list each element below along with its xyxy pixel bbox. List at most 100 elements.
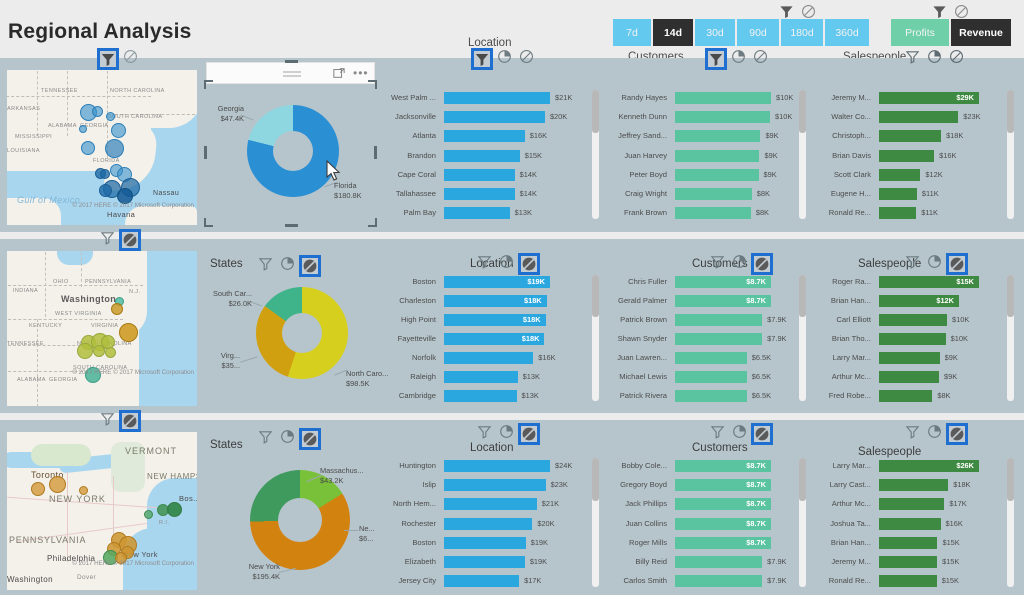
bar[interactable] [879,498,945,511]
bar[interactable] [879,517,941,530]
bar[interactable] [675,314,763,327]
bar[interactable] [675,556,763,569]
no-interaction-icon[interactable] [123,49,138,69]
filter-icon[interactable] [708,51,724,67]
pie-icon[interactable] [497,49,512,69]
bars-location-northeast[interactable]: Huntington $24K Islip $23K North Hem... $21K R… [388,456,603,591]
bar[interactable] [879,389,933,402]
bars-salespeople-northeast[interactable]: Larry Mar... $26K Larry Cast... $18K Arthur … [825,456,1018,591]
bar[interactable] [444,168,515,181]
bar[interactable] [675,188,752,201]
bar[interactable] [879,370,939,383]
donut-states-northeast[interactable]: Massachus... $43.2K Ne... $6... New York… [204,448,380,590]
filter-icon[interactable] [100,411,115,431]
bars-location-southeast[interactable]: West Palm ... $21K Jacksonville $20K Atlanta… [388,88,603,223]
more-options-icon[interactable]: ••• [353,67,369,79]
scrollbar[interactable] [799,458,806,587]
bar[interactable] [879,188,917,201]
bar[interactable] [444,517,533,530]
scrollbar[interactable] [592,458,599,587]
bar[interactable] [675,207,751,220]
no-interaction-icon[interactable] [753,49,768,69]
bar[interactable] [444,556,525,569]
bars-location-midatlantic[interactable]: Boston $19K Charleston $18K High Point $18K Fa… [388,273,603,405]
no-interaction-icon[interactable] [521,426,537,442]
scrollbar-thumb[interactable] [1007,275,1014,317]
scrollbar-thumb[interactable] [592,275,599,317]
bar[interactable] [444,498,537,511]
scrollbar-thumb[interactable] [799,458,806,501]
period-option-360d[interactable]: 360d [825,19,869,46]
pie-icon[interactable] [499,424,514,444]
no-interaction-icon[interactable] [122,413,138,429]
filter-icon[interactable] [905,49,920,69]
bar[interactable] [444,149,520,162]
donut-chart[interactable] [256,287,348,379]
bar[interactable] [879,130,942,143]
bar[interactable] [879,333,946,345]
bar[interactable] [675,351,747,364]
scrollbar[interactable] [1007,275,1014,401]
bar[interactable] [444,389,517,402]
bar[interactable] [675,389,747,402]
donut-chart[interactable] [250,470,350,570]
bar[interactable] [444,536,526,549]
pie-icon[interactable] [927,49,942,69]
scrollbar[interactable] [1007,90,1014,219]
pie-icon[interactable] [732,424,747,444]
bar[interactable] [444,188,515,201]
bar[interactable] [675,575,763,588]
bar[interactable] [444,351,534,364]
bar[interactable] [879,351,940,364]
pie-icon[interactable] [927,254,942,274]
no-interaction-icon[interactable] [949,426,965,442]
no-interaction-icon[interactable] [949,256,965,272]
map-southeast[interactable]: TENNESSEE NORTH CAROLINA SOUTH CAROLINA … [7,70,197,225]
bar[interactable] [675,333,763,345]
donut-states-southeast[interactable]: ••• Georgia $47.4K Florida $180.8K [204,60,377,227]
scrollbar[interactable] [799,275,806,401]
period-option-90d[interactable]: 90d [737,19,781,46]
filter-icon[interactable] [477,424,492,444]
bar[interactable] [879,149,935,162]
bars-customers-midatlantic[interactable]: Chris Fuller $8.7K Gerald Palmer $8.7K Patri… [605,273,810,405]
scrollbar-thumb[interactable] [799,90,806,133]
metric-slicer[interactable]: Profits Revenue [891,19,1011,46]
pie-icon[interactable] [927,424,942,444]
scrollbar-thumb[interactable] [1007,90,1014,133]
filter-icon[interactable] [710,424,725,444]
donut-states-midatlantic[interactable]: South Car... $26.0K Virg... $35... North… [204,269,388,405]
filter-icon[interactable] [100,230,115,250]
bar[interactable] [879,575,937,588]
scrollbar[interactable] [592,90,599,219]
no-interaction-icon[interactable] [122,232,138,248]
filter-icon[interactable] [710,254,725,274]
metric-option-revenue[interactable]: Revenue [951,19,1011,46]
no-interaction-icon[interactable] [754,256,770,272]
no-interaction-icon[interactable] [949,49,964,69]
bar[interactable] [444,575,520,588]
pie-icon[interactable] [499,254,514,274]
scrollbar-thumb[interactable] [799,275,806,317]
bar[interactable] [879,314,947,327]
filter-icon[interactable] [477,254,492,274]
scrollbar-thumb[interactable] [592,90,599,133]
no-interaction-icon[interactable] [302,431,318,447]
filter-icon[interactable] [905,424,920,444]
bar[interactable] [675,91,771,104]
filter-icon[interactable] [474,51,490,67]
bar[interactable] [879,556,938,569]
period-slicer[interactable]: 7d 14d 30d 90d 180d 360d [613,19,869,46]
bar[interactable] [675,110,771,123]
scrollbar[interactable] [799,90,806,219]
period-option-14d[interactable]: 14d [653,19,695,46]
donut-chart[interactable] [247,105,339,197]
bar[interactable] [444,478,546,491]
scrollbar-thumb[interactable] [1007,458,1014,501]
period-option-30d[interactable]: 30d [695,19,737,46]
map-northeast[interactable]: Toronto VERMONT NEW HAMPSHIRE NEW YORK B… [7,432,197,590]
bars-salespeople-southeast[interactable]: Jeremy M... $29K Walter Co... $23K Christoph… [825,88,1018,223]
bar[interactable] [879,110,959,123]
bar[interactable] [444,91,550,104]
metric-option-profits[interactable]: Profits [891,19,951,46]
